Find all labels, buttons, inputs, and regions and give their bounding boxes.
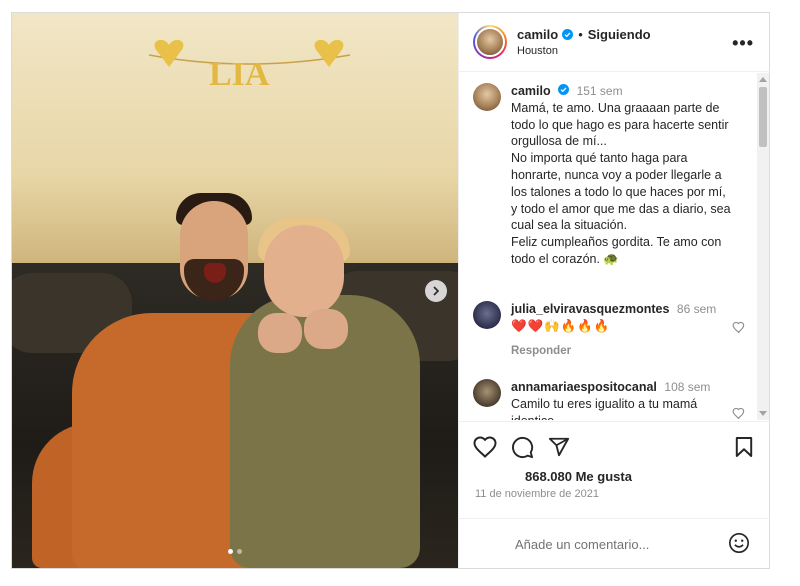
comment-bubble-icon[interactable] xyxy=(511,436,534,459)
post-location[interactable]: Houston xyxy=(517,45,651,57)
carousel-dot-active xyxy=(228,549,233,554)
add-comment-bar xyxy=(459,518,770,568)
comment-username[interactable]: julia_elviravasquezmontes xyxy=(511,302,669,316)
comments-scrollbar[interactable] xyxy=(757,73,769,420)
share-send-icon[interactable] xyxy=(548,436,570,458)
likes-count[interactable]: 868.080 Me gusta xyxy=(525,469,632,484)
emoji-smile-icon[interactable] xyxy=(728,532,750,554)
post-modal: LIA camilo • Siguiendo Houston ••• camil… xyxy=(11,12,770,569)
person-right-face xyxy=(264,225,344,317)
save-bookmark-icon[interactable] xyxy=(735,436,753,458)
verified-badge-icon xyxy=(562,29,574,40)
like-comment-heart-icon[interactable] xyxy=(732,407,746,420)
scroll-up-arrow-icon[interactable] xyxy=(759,77,767,82)
caption-line: orgullosa de mí... xyxy=(511,134,607,149)
caption-line: todo lo que hago es para hacerte sentir xyxy=(511,117,729,132)
hand xyxy=(304,309,348,349)
following-button[interactable]: Siguiendo xyxy=(588,27,651,42)
comment: julia_elviravasquezmontes 86 sem ❤️❤️🙌🔥🔥… xyxy=(473,301,716,359)
comment-input[interactable] xyxy=(515,533,715,555)
separator-dot: • xyxy=(578,27,583,42)
more-options-icon[interactable]: ••• xyxy=(732,33,754,54)
chevron-right-icon xyxy=(433,286,440,296)
scroll-down-arrow-icon[interactable] xyxy=(759,411,767,416)
action-bar xyxy=(459,421,770,473)
comment-text: Camilo tu eres igualito a tu mamá xyxy=(511,396,698,411)
caption-username[interactable]: camilo xyxy=(511,84,551,98)
verified-badge-icon xyxy=(558,84,570,95)
carousel-dots xyxy=(228,549,242,554)
caption-line: honrarte, nunca voy a poder llegarle a xyxy=(511,167,722,182)
post-date: 11 de noviembre de 2021 xyxy=(475,488,599,500)
comment: annamariaespositocanal 108 sem Camilo tu… xyxy=(473,379,710,420)
garland-letters: LIA xyxy=(209,56,270,93)
carousel-next-button[interactable] xyxy=(425,280,447,302)
commenter-avatar[interactable] xyxy=(473,301,501,329)
comment-text: identico xyxy=(511,413,710,420)
commenter-avatar[interactable] xyxy=(473,379,501,407)
author-username[interactable]: camilo xyxy=(517,27,558,42)
avatar-image xyxy=(475,27,505,57)
caption-line: Feliz cumpleaños gordita. Te amo con xyxy=(511,235,722,250)
scroll-thumb[interactable] xyxy=(759,87,767,147)
comment-username[interactable]: annamariaespositocanal xyxy=(511,380,657,394)
caption-line: todo el corazón. 🐢 xyxy=(511,251,619,266)
reply-button[interactable]: Responder xyxy=(511,343,716,360)
header-text: camilo • Siguiendo Houston xyxy=(517,27,651,57)
hand xyxy=(258,313,302,353)
comment-body: julia_elviravasquezmontes 86 sem ❤️❤️🙌🔥🔥… xyxy=(511,301,716,359)
post-photo[interactable]: LIA xyxy=(12,13,458,568)
caption-avatar[interactable] xyxy=(473,83,501,111)
caption-line: cual sea la situación. xyxy=(511,218,628,233)
comments-section[interactable]: camilo 151 sem Mamá, te amo. Una graaaan… xyxy=(459,73,770,420)
author-avatar[interactable] xyxy=(473,25,507,59)
caption-line: los talones a todo lo que haces por mí, xyxy=(511,184,726,199)
birthday-garland: LIA xyxy=(148,39,351,93)
caption-line: Mamá, te amo. Una graaaan parte de xyxy=(511,100,720,115)
caption-line: No importa qué tanto haga para xyxy=(511,151,688,166)
caption-time[interactable]: 151 sem xyxy=(577,84,623,98)
carousel-dot xyxy=(237,549,242,554)
comment-text: ❤️❤️🙌🔥🔥🔥 xyxy=(511,318,611,333)
caption-line: y todo el amor que me das a diario, sea xyxy=(511,201,731,216)
comment-body: annamariaespositocanal 108 sem Camilo tu… xyxy=(511,379,710,420)
post-side-panel: camilo • Siguiendo Houston ••• camilo 15… xyxy=(458,13,770,568)
post-header: camilo • Siguiendo Houston ••• xyxy=(459,13,770,72)
comment-time[interactable]: 108 sem xyxy=(664,380,710,394)
like-comment-heart-icon[interactable] xyxy=(732,321,746,334)
like-heart-icon[interactable] xyxy=(473,436,497,458)
caption-body: camilo 151 sem Mamá, te amo. Una graaaan… xyxy=(511,83,731,268)
comment-time[interactable]: 86 sem xyxy=(677,302,716,316)
caption: camilo 151 sem Mamá, te amo. Una graaaan… xyxy=(473,83,731,268)
